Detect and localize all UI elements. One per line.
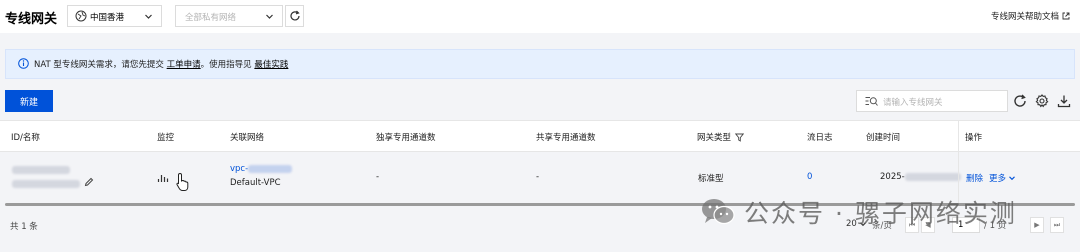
total-count: 共 1 条: [10, 222, 38, 232]
vpc-id-link[interactable]: vpc-: [230, 164, 293, 174]
col-id: ID/名称: [11, 133, 40, 143]
ticket-link[interactable]: 工单申请: [167, 60, 201, 70]
gateway-type: 标准型: [698, 174, 724, 184]
refresh-icon[interactable]: [1013, 94, 1027, 108]
chevron-down-icon: [266, 14, 273, 19]
notice-middle: 。使用指导见: [200, 60, 252, 70]
col-type-label: 网关类型: [697, 133, 732, 143]
help-doc-label: 专线网关帮助文档: [990, 12, 1059, 22]
best-practice-link[interactable]: 最佳实践: [254, 60, 288, 70]
monitor-chart-icon[interactable]: [157, 173, 169, 183]
search-input[interactable]: 请输入专线网关: [856, 90, 1008, 112]
col-network: 关联网络: [230, 133, 265, 143]
filter-search-icon: [865, 97, 878, 106]
globe-icon: [75, 10, 87, 22]
gateway-id-redacted[interactable]: [12, 165, 70, 175]
flowlog-count-link[interactable]: 0: [807, 172, 812, 182]
top-bar: 专线网关 中国香港 全部私有网络 专线网关帮助文档: [0, 0, 1080, 33]
col-created: 创建时间: [866, 133, 901, 143]
col-exclusive: 独享专用通道数: [376, 133, 436, 143]
region-value: 中国香港: [90, 13, 125, 23]
vpc-select-placeholder: 全部私有网络: [185, 13, 237, 23]
help-doc-link[interactable]: 专线网关帮助文档: [991, 10, 1070, 22]
download-icon[interactable]: [1057, 94, 1071, 108]
created-time: 2025-: [880, 172, 961, 182]
info-icon: [18, 58, 29, 69]
external-link-icon: [1062, 12, 1070, 20]
vpc-id-prefix: vpc-: [230, 164, 249, 174]
shared-count: -: [536, 172, 540, 182]
col-shared: 共享专用通道数: [536, 133, 596, 143]
search-placeholder: 请输入专线网关: [883, 98, 943, 108]
notice-message: NAT 型专线网关需求，请您先提交 工单申请。使用指导见 最佳实践: [34, 58, 288, 70]
gateway-name-redacted: [12, 179, 80, 189]
vpc-name: Default-VPC: [230, 178, 281, 188]
region-select[interactable]: 中国香港: [67, 5, 162, 27]
col-flowlog: 流日志: [807, 133, 833, 143]
table-header: ID/名称 监控 关联网络 独享专用通道数 共享专用通道数 网关类型 流日志 创…: [0, 120, 1080, 152]
col-monitor: 监控: [157, 133, 175, 143]
refresh-icon: [290, 10, 300, 21]
watermark-text: 公众号 · 骡子网络实测: [744, 199, 1017, 228]
watermark: 公众号 · 骡子网络实测: [700, 192, 1060, 232]
filter-icon[interactable]: [735, 133, 745, 142]
mouse-cursor-icon: [176, 172, 189, 191]
exclusive-count: -: [376, 172, 380, 182]
new-button[interactable]: 新建: [5, 90, 53, 112]
notice-prefix: NAT 型专线网关需求，请您先提交: [34, 60, 164, 70]
wechat-icon: [702, 199, 735, 225]
vpc-select[interactable]: 全部私有网络: [175, 5, 283, 27]
col-type[interactable]: 网关类型: [697, 131, 745, 143]
edit-icon[interactable]: [84, 177, 94, 187]
gear-icon[interactable]: [1035, 94, 1049, 108]
created-time-prefix: 2025-: [880, 172, 905, 182]
refresh-button[interactable]: [285, 5, 304, 27]
chevron-down-icon: [145, 14, 152, 19]
page-title: 专线网关: [5, 12, 58, 27]
notice-banner: NAT 型专线网关需求，请您先提交 工单申请。使用指导见 最佳实践: [5, 49, 1075, 79]
